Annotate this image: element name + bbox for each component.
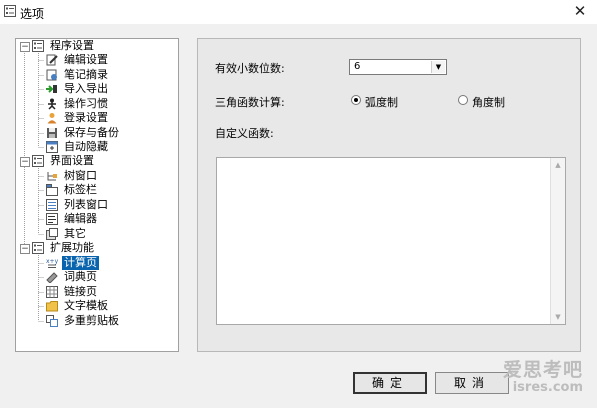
tree-item-label: 多重剪贴板 <box>64 314 119 327</box>
note-excerpt-icon <box>46 69 57 81</box>
custom-function-label: 自定义函数: <box>215 127 274 140</box>
other-icon <box>46 228 58 240</box>
vertical-scrollbar[interactable]: ▲ ▼ <box>550 158 565 324</box>
custom-function-textarea[interactable]: ▲ ▼ <box>216 157 566 325</box>
text-template-icon <box>46 301 58 312</box>
decimals-select[interactable]: 6 ▼ <box>349 59 447 75</box>
collapse-toggle[interactable]: − <box>20 244 30 254</box>
tree-item-label: 自动隐藏 <box>64 140 108 153</box>
links-icon <box>46 286 58 298</box>
settings-group-icon <box>32 155 44 167</box>
edit-settings-icon <box>46 54 58 66</box>
decimals-value: 6 <box>354 61 361 72</box>
chevron-down-icon[interactable]: ▼ <box>431 61 445 73</box>
tree-item-label: 树窗口 <box>64 169 97 182</box>
degree-label[interactable]: 角度制 <box>472 94 505 110</box>
auto-hide-icon <box>46 141 58 153</box>
options-window-icon <box>4 5 16 17</box>
tree-item-label: 标签栏 <box>64 183 97 196</box>
tree-item-label: 计算页 <box>62 256 99 270</box>
cancel-button[interactable]: 取消 <box>435 372 509 394</box>
svg-text:x+y: x+y <box>46 258 58 265</box>
watermark-line1: 爱思考吧 <box>502 359 583 381</box>
list-window-icon <box>46 199 58 211</box>
radian-radio[interactable] <box>351 95 361 105</box>
degree-radio[interactable] <box>458 95 468 105</box>
settings-group-icon <box>32 40 44 52</box>
login-user-icon <box>47 113 57 124</box>
calculator-settings-panel: 有效小数位数: 6 ▼ 三角函数计算: 弧度制 角度制 自定义函数: ▲ ▼ <box>197 38 581 352</box>
tree-item-label: 列表窗口 <box>64 198 108 211</box>
tree-item-label: 操作习惯 <box>64 97 108 110</box>
window-title: 选项 <box>20 7 45 21</box>
tree-item-label: 登录设置 <box>64 111 108 124</box>
tree-item-label: 笔记摘录 <box>64 68 108 81</box>
watermark-line2: isres.com <box>512 380 583 395</box>
collapse-toggle[interactable]: − <box>20 42 30 52</box>
tree-item-label: 程序设置 <box>50 39 94 52</box>
tree-item-label: 链接页 <box>64 285 97 298</box>
ok-button[interactable]: 确定 <box>353 372 427 394</box>
radian-label[interactable]: 弧度制 <box>365 94 398 110</box>
title-bar: 选项 ✕ <box>0 0 597 24</box>
tree-item-label: 词典页 <box>64 270 97 283</box>
save-backup-icon <box>47 128 57 138</box>
tree-item-label: 编辑设置 <box>64 53 108 66</box>
tree-item-label: 保存与备份 <box>64 126 119 139</box>
tree-item-label: 扩展功能 <box>50 241 94 254</box>
multi-clipboard-icon <box>46 315 58 327</box>
settings-group-icon <box>32 242 44 254</box>
import-export-icon <box>46 85 57 93</box>
trig-mode-label: 三角函数计算: <box>215 96 285 109</box>
close-button[interactable]: ✕ <box>571 2 589 20</box>
tree-item-label: 其它 <box>64 227 86 240</box>
operation-habits-icon <box>48 98 56 110</box>
tree-item-label: 导入导出 <box>64 82 108 95</box>
editor-icon <box>46 213 58 225</box>
tree-item-label: 编辑器 <box>64 212 97 225</box>
decimals-label: 有效小数位数: <box>215 62 285 75</box>
collapse-toggle[interactable]: − <box>20 157 30 167</box>
watermark: 爱思考吧 isres.com <box>503 355 583 395</box>
tree-window-icon <box>47 172 57 181</box>
calculator-icon: x+y <box>46 258 58 268</box>
close-x-icon: ✕ <box>573 2 587 20</box>
tree-item-label: 界面设置 <box>50 154 94 167</box>
scroll-up-icon[interactable]: ▲ <box>551 158 565 172</box>
dictionary-icon <box>46 272 58 283</box>
tree-item-label: 文字模板 <box>64 299 108 312</box>
scroll-down-icon[interactable]: ▼ <box>551 310 565 324</box>
options-tree[interactable]: − 程序设置 编辑设置 笔记摘录 导入导出 操作习惯 登录设置 保存与备份 自动… <box>15 38 179 352</box>
tab-bar-icon <box>46 184 58 196</box>
